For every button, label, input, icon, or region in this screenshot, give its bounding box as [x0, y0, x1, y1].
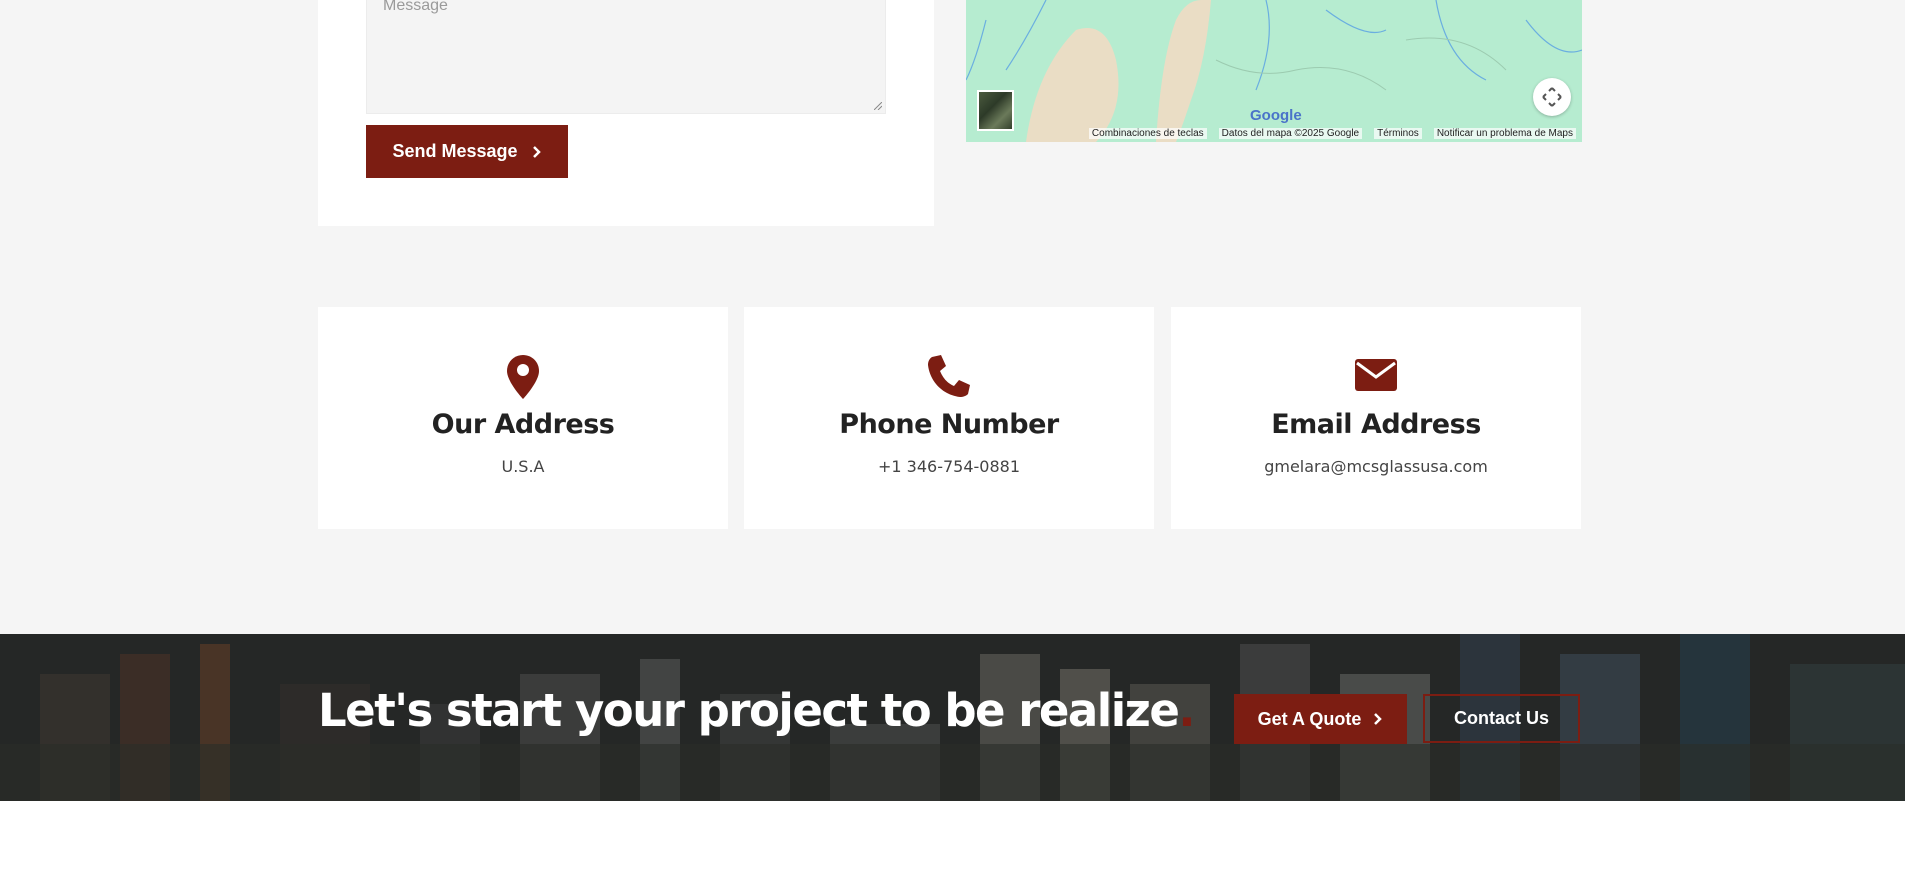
contact-us-label: Contact Us: [1453, 708, 1549, 728]
envelope-icon: [1355, 359, 1397, 391]
google-logo: Google: [1250, 107, 1302, 124]
map-pin-icon: [507, 355, 539, 399]
phone-title: Phone Number: [839, 409, 1059, 440]
cta-title: Let's start your project to be realize.: [318, 684, 1195, 737]
get-a-quote-label: Get A Quote: [1257, 708, 1362, 729]
keyboard-shortcuts-link[interactable]: Combinaciones de teclas: [1088, 127, 1207, 139]
address-value: U.S.A: [501, 457, 545, 476]
report-problem-link[interactable]: Notificar un problema de Maps: [1433, 127, 1576, 139]
cta-title-dot: .: [1178, 684, 1195, 737]
send-message-button[interactable]: Send Message: [366, 125, 568, 178]
google-map[interactable]: Google Combinaciones de teclas Datos del…: [966, 0, 1582, 142]
map-data-attribution: Datos del mapa ©2025 Google: [1218, 127, 1363, 139]
contact-us-button[interactable]: Contact Us: [1423, 694, 1580, 743]
chevron-right-icon: [1374, 713, 1383, 725]
fullscreen-button[interactable]: [1533, 78, 1571, 116]
chevron-right-icon: [532, 145, 541, 158]
send-message-label: Send Message: [392, 141, 518, 161]
email-card: Email Address gmelara@mcsglassusa.com: [1171, 307, 1581, 529]
address-title: Our Address: [431, 409, 615, 440]
resize-grip-icon[interactable]: [874, 102, 882, 110]
phone-card: Phone Number +1 346-754-0881: [744, 307, 1154, 529]
phone-value[interactable]: +1 346-754-0881: [744, 457, 1154, 476]
address-card: Our Address U.S.A: [318, 307, 728, 529]
get-a-quote-button[interactable]: Get A Quote: [1234, 694, 1407, 744]
footer-area: [0, 801, 1905, 872]
message-placeholder: Message: [383, 0, 448, 14]
email-value[interactable]: gmelara@mcsglassusa.com: [1171, 457, 1581, 476]
message-textarea[interactable]: Message: [366, 0, 886, 114]
terms-link[interactable]: Términos: [1374, 127, 1422, 139]
map-footer: Combinaciones de teclas Datos del mapa ©…: [966, 124, 1582, 142]
email-title: Email Address: [1271, 409, 1481, 440]
cta-title-text: Let's start your project to be realize: [318, 684, 1180, 737]
phone-icon: [928, 355, 970, 397]
cta-banner: Let's start your project to be realize. …: [0, 634, 1905, 801]
expand-arrows-icon: [1542, 87, 1562, 107]
